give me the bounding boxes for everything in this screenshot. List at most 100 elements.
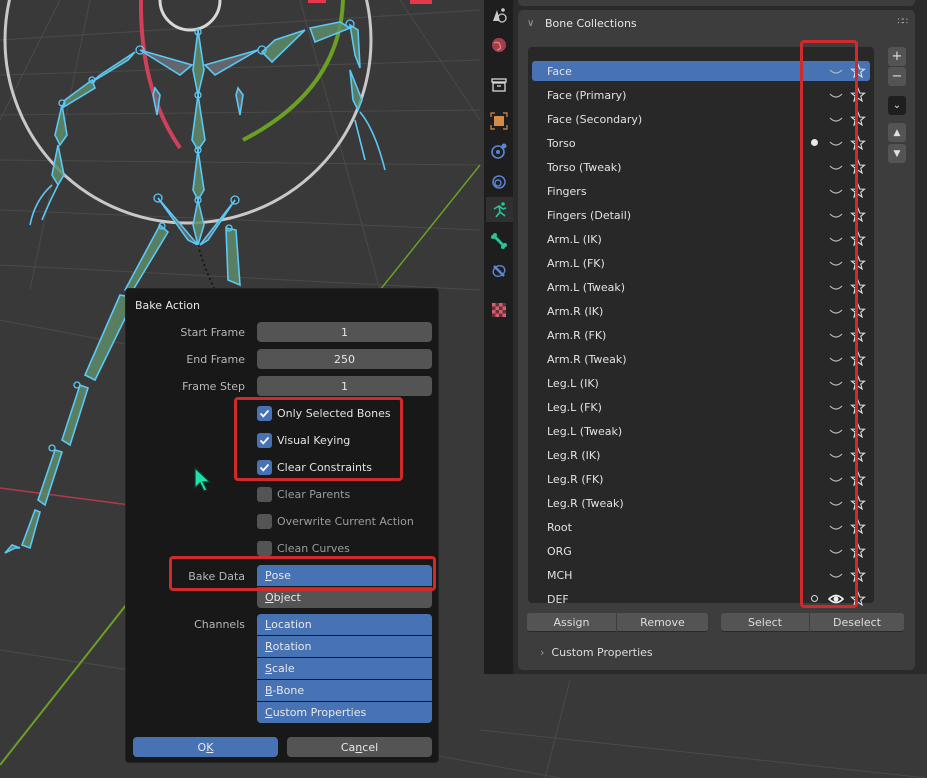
bone-collection-row[interactable]: Arm.L (Tweak) xyxy=(532,277,870,297)
texture-tab[interactable] xyxy=(486,297,511,322)
solo-star-icon[interactable] xyxy=(850,63,866,79)
solo-star-icon[interactable] xyxy=(850,231,866,247)
drag-grip-icon[interactable]: ∷∷ xyxy=(898,17,909,27)
channel-option[interactable]: Scale xyxy=(257,658,432,679)
eye-closed-icon[interactable] xyxy=(828,544,844,558)
bone-collection-row[interactable]: Fingers (Detail) xyxy=(532,205,870,225)
solo-star-icon[interactable] xyxy=(850,351,866,367)
bone-collection-row[interactable]: Arm.L (FK) xyxy=(532,253,870,273)
eye-closed-icon[interactable] xyxy=(828,160,844,174)
move-down-button[interactable]: ▼ xyxy=(888,144,906,163)
bone-collection-row[interactable]: Leg.R (IK) xyxy=(532,445,870,465)
checkbox-checked-icon[interactable] xyxy=(257,459,272,475)
bone-collection-row[interactable]: Torso (Tweak) xyxy=(532,157,870,177)
bone-collections-list[interactable]: Face Face (Primary) Face (Secondary) Torso T… xyxy=(528,47,874,607)
solo-star-icon[interactable] xyxy=(850,135,866,151)
solo-star-icon[interactable] xyxy=(850,255,866,271)
solo-star-icon[interactable] xyxy=(850,87,866,103)
end-frame-field[interactable]: 250 xyxy=(257,349,432,369)
eye-closed-icon[interactable] xyxy=(828,400,844,414)
eye-closed-icon[interactable] xyxy=(828,448,844,462)
eye-closed-icon[interactable] xyxy=(828,232,844,246)
bone-collection-row[interactable]: Face xyxy=(532,61,870,81)
collection-tab[interactable] xyxy=(486,72,511,97)
bone-collection-row[interactable]: Leg.L (FK) xyxy=(532,397,870,417)
move-up-button[interactable]: ▲ xyxy=(888,123,906,142)
remove-collection-button[interactable]: − xyxy=(888,67,906,86)
eye-closed-icon[interactable] xyxy=(828,280,844,294)
eye-closed-icon[interactable] xyxy=(828,472,844,486)
eye-closed-icon[interactable] xyxy=(828,568,844,582)
bone-constraint-tab[interactable] xyxy=(486,258,511,283)
bone-collection-row[interactable]: Arm.R (FK) xyxy=(532,325,870,345)
solo-star-icon[interactable] xyxy=(850,327,866,343)
option-checkbox[interactable]: Overwrite Current Action xyxy=(257,513,414,529)
bone-collection-row[interactable]: ORG xyxy=(532,541,870,561)
bake-data-option[interactable]: Pose xyxy=(257,565,432,586)
bone-collection-row[interactable]: Torso xyxy=(532,133,870,153)
world-tab[interactable] xyxy=(486,32,511,57)
option-checkbox[interactable]: Clean Curves xyxy=(257,540,350,556)
solo-star-icon[interactable] xyxy=(850,423,866,439)
eye-closed-icon[interactable] xyxy=(828,136,844,150)
object-data-armature-tab[interactable] xyxy=(486,197,513,222)
object-tab[interactable] xyxy=(486,108,511,133)
solo-star-icon[interactable] xyxy=(850,519,866,535)
solo-star-icon[interactable] xyxy=(850,399,866,415)
bone-collection-row[interactable]: Root xyxy=(532,517,870,537)
eye-closed-icon[interactable] xyxy=(828,208,844,222)
specials-menu-button[interactable]: ⌄ xyxy=(888,96,906,115)
solo-star-icon[interactable] xyxy=(850,183,866,199)
bone-collection-row[interactable]: Arm.L (IK) xyxy=(532,229,870,249)
solo-star-icon[interactable] xyxy=(850,543,866,559)
solo-star-icon[interactable] xyxy=(850,159,866,175)
bone-collection-row[interactable]: Leg.R (FK) xyxy=(532,469,870,489)
bone-tab[interactable] xyxy=(486,228,511,253)
solo-star-icon[interactable] xyxy=(850,279,866,295)
option-checkbox[interactable]: Visual Keying xyxy=(257,432,350,448)
custom-properties-header[interactable]: › Custom Properties xyxy=(540,646,653,659)
solo-star-icon[interactable] xyxy=(850,591,866,607)
checkbox-unchecked-icon[interactable] xyxy=(257,486,272,502)
add-collection-button[interactable]: + xyxy=(888,47,906,66)
ok-button[interactable]: OK xyxy=(133,737,278,757)
physics-tab[interactable] xyxy=(486,138,511,163)
bone-collection-row[interactable]: Fingers xyxy=(532,181,870,201)
solo-star-icon[interactable] xyxy=(850,567,866,583)
eye-closed-icon[interactable] xyxy=(828,64,844,78)
solo-star-icon[interactable] xyxy=(850,303,866,319)
checkbox-checked-icon[interactable] xyxy=(257,405,272,421)
eye-open-icon[interactable] xyxy=(828,592,844,606)
channel-option[interactable]: Custom Properties xyxy=(257,702,432,723)
properties-scrollbar[interactable] xyxy=(920,0,927,674)
eye-closed-icon[interactable] xyxy=(828,256,844,270)
bone-collection-row[interactable]: Leg.L (Tweak) xyxy=(532,421,870,441)
bone-collections-header[interactable]: ∨ Bone Collections ∷∷ xyxy=(518,10,915,36)
eye-closed-icon[interactable] xyxy=(828,88,844,102)
constraints-tab[interactable] xyxy=(486,168,511,193)
bone-collection-row[interactable]: Arm.R (Tweak) xyxy=(532,349,870,369)
frame-step-field[interactable]: 1 xyxy=(257,376,432,396)
option-checkbox[interactable]: Only Selected Bones xyxy=(257,405,391,421)
scene-tab[interactable] xyxy=(486,2,511,27)
checkbox-unchecked-icon[interactable] xyxy=(257,540,272,556)
channel-option[interactable]: B -Bone xyxy=(257,680,432,701)
bone-collection-row[interactable]: DEF xyxy=(532,589,870,609)
bone-collection-row[interactable]: Face (Secondary) xyxy=(532,109,870,129)
channel-option[interactable]: Rotation xyxy=(257,636,432,657)
eye-closed-icon[interactable] xyxy=(828,376,844,390)
bone-collection-row[interactable]: MCH xyxy=(532,565,870,585)
option-checkbox[interactable]: Clear Constraints xyxy=(257,459,372,475)
select-button[interactable]: Select xyxy=(721,613,809,632)
solo-star-icon[interactable] xyxy=(850,111,866,127)
assign-button[interactable]: Assign xyxy=(527,613,616,632)
remove-button[interactable]: Remove xyxy=(617,613,708,632)
eye-closed-icon[interactable] xyxy=(828,112,844,126)
checkbox-unchecked-icon[interactable] xyxy=(257,513,272,529)
cancel-button[interactable]: Ca n cel xyxy=(287,737,432,757)
solo-star-icon[interactable] xyxy=(850,207,866,223)
bake-data-option[interactable]: Object xyxy=(257,587,432,608)
bone-collection-row[interactable]: Leg.R (Tweak) xyxy=(532,493,870,513)
bone-collection-row[interactable]: Leg.L (IK) xyxy=(532,373,870,393)
eye-closed-icon[interactable] xyxy=(828,424,844,438)
